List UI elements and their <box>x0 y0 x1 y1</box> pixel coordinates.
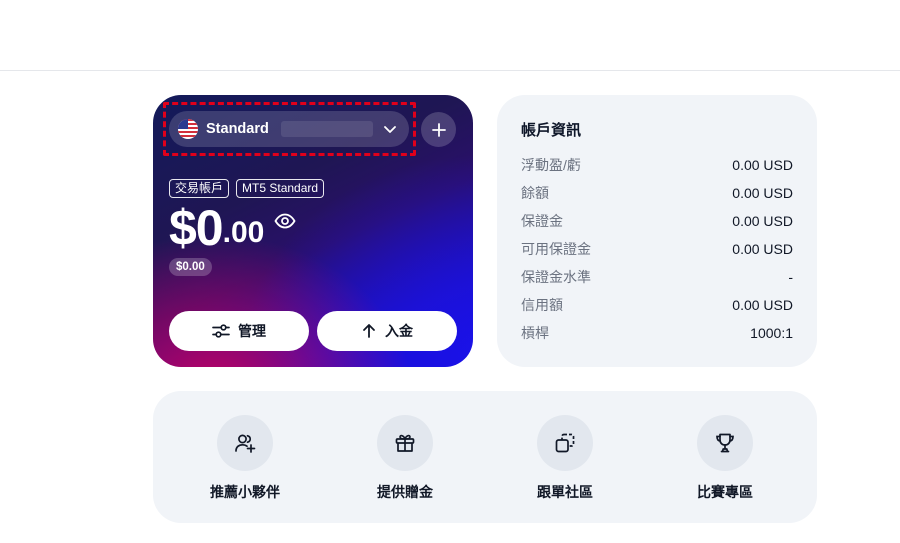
account-info-panel: 帳戶資訊 浮動盈/虧 0.00 USD 餘額 0.00 USD 保證金 0.00… <box>497 95 817 367</box>
action-icon-circle <box>697 415 753 471</box>
top-header <box>0 0 900 71</box>
account-type-label: Standard <box>206 121 269 137</box>
info-row-margin-level: 保證金水準 - <box>521 263 793 291</box>
secondary-balance-badge: $0.00 <box>169 258 212 276</box>
manage-button[interactable]: 管理 <box>169 311 309 351</box>
info-label: 可用保證金 <box>521 241 591 257</box>
action-label: 跟單社區 <box>537 484 593 500</box>
sliders-icon <box>212 324 230 338</box>
tag-platform: MT5 Standard <box>236 179 325 198</box>
tag-account-kind: 交易帳戶 <box>169 179 230 198</box>
info-row-leverage: 槓桿 1000:1 <box>521 319 793 347</box>
account-info-title: 帳戶資訊 <box>521 122 582 139</box>
balance-amount: $0 <box>169 200 224 256</box>
action-icon-circle <box>217 415 273 471</box>
info-label: 保證金 <box>521 213 563 229</box>
info-value: 0.00 USD <box>732 297 793 313</box>
action-label: 提供贈金 <box>377 484 433 500</box>
user-plus-icon <box>235 434 256 453</box>
copy-icon <box>555 433 575 453</box>
info-value: - <box>788 269 793 285</box>
info-value: 0.00 USD <box>732 241 793 257</box>
action-label: 比賽專區 <box>697 484 753 500</box>
action-copy-trading[interactable]: 跟單社區 <box>510 415 620 502</box>
action-contests[interactable]: 比賽專區 <box>670 415 780 502</box>
info-row-free-margin: 可用保證金 0.00 USD <box>521 235 793 263</box>
info-label: 浮動盈/虧 <box>521 157 581 173</box>
manage-button-label: 管理 <box>238 323 266 339</box>
account-number-masked <box>280 121 373 137</box>
us-flag-icon <box>178 119 198 139</box>
info-label: 槓桿 <box>521 325 549 341</box>
balance-row: $0 .00 <box>169 199 296 257</box>
info-value: 0.00 USD <box>732 213 793 229</box>
plus-icon <box>431 122 446 137</box>
info-value: 0.00 USD <box>732 185 793 201</box>
info-row-floating-pnl: 浮動盈/虧 0.00 USD <box>521 151 793 179</box>
action-label: 推薦小夥伴 <box>210 484 280 500</box>
account-card: Standard 交易帳戶 MT5 Standard $0 .00 $0.00 … <box>153 95 473 367</box>
info-row-credit: 信用額 0.00 USD <box>521 291 793 319</box>
info-value: 1000:1 <box>750 325 793 341</box>
account-tags: 交易帳戶 MT5 Standard <box>169 179 325 198</box>
gift-icon <box>395 434 415 452</box>
info-value: 0.00 USD <box>732 157 793 173</box>
info-label: 信用額 <box>521 297 563 313</box>
eye-icon[interactable] <box>274 213 296 229</box>
chevron-down-icon <box>383 122 397 136</box>
trophy-icon <box>716 433 734 453</box>
info-row-margin: 保證金 0.00 USD <box>521 207 793 235</box>
deposit-button-label: 入金 <box>385 323 413 339</box>
account-selector[interactable]: Standard <box>169 111 409 147</box>
info-label: 保證金水準 <box>521 269 591 285</box>
balance-cents: .00 <box>222 216 265 249</box>
action-icon-circle <box>377 415 433 471</box>
quick-actions-panel: 推薦小夥伴 提供贈金 跟單社區 比賽專區 <box>153 391 817 523</box>
info-row-balance: 餘額 0.00 USD <box>521 179 793 207</box>
info-label: 餘額 <box>521 185 549 201</box>
action-icon-circle <box>537 415 593 471</box>
add-account-button[interactable] <box>421 112 456 147</box>
arrow-up-icon <box>363 324 375 338</box>
deposit-button[interactable]: 入金 <box>317 311 457 351</box>
action-bonus[interactable]: 提供贈金 <box>350 415 460 502</box>
action-refer-friend[interactable]: 推薦小夥伴 <box>190 415 300 502</box>
